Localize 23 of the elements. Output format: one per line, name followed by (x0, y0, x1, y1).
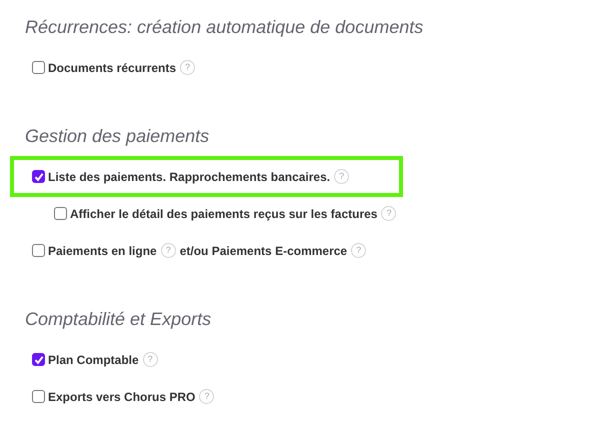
section-heading: Gestion des paiements (25, 125, 210, 148)
help-icon[interactable]: ? (334, 169, 350, 184)
option-label: et/ou Paiements E-commerce (180, 242, 348, 260)
option-label: Exports vers Chorus PRO (48, 388, 196, 406)
section-heading: Comptabilité et Exports (25, 308, 212, 331)
help-icon[interactable]: ? (351, 243, 366, 258)
option-label: Plan Comptable (48, 352, 139, 368)
checkbox[interactable] (32, 390, 45, 403)
help-icon[interactable]: ? (142, 352, 158, 367)
help-icon[interactable]: ? (180, 60, 196, 75)
option-label: Liste des paiements. Rapprochements bancaires. (48, 168, 330, 186)
help-icon[interactable]: ? (199, 389, 214, 404)
help-icon[interactable]: ? (160, 243, 176, 258)
checkbox[interactable] (32, 170, 45, 183)
option-label: Afficher le détail des paiements reçus sur les factures (70, 206, 378, 222)
checkbox[interactable] (54, 207, 67, 220)
option-label: Paiements en ligne (48, 242, 157, 260)
help-icon[interactable]: ? (381, 206, 396, 221)
checkbox[interactable] (32, 61, 45, 74)
section-heading: Récurrences: création automatique de documents (25, 16, 424, 39)
checkbox[interactable] (32, 244, 45, 257)
checkbox[interactable] (32, 353, 45, 366)
option-label: Documents récurrents (48, 60, 176, 76)
